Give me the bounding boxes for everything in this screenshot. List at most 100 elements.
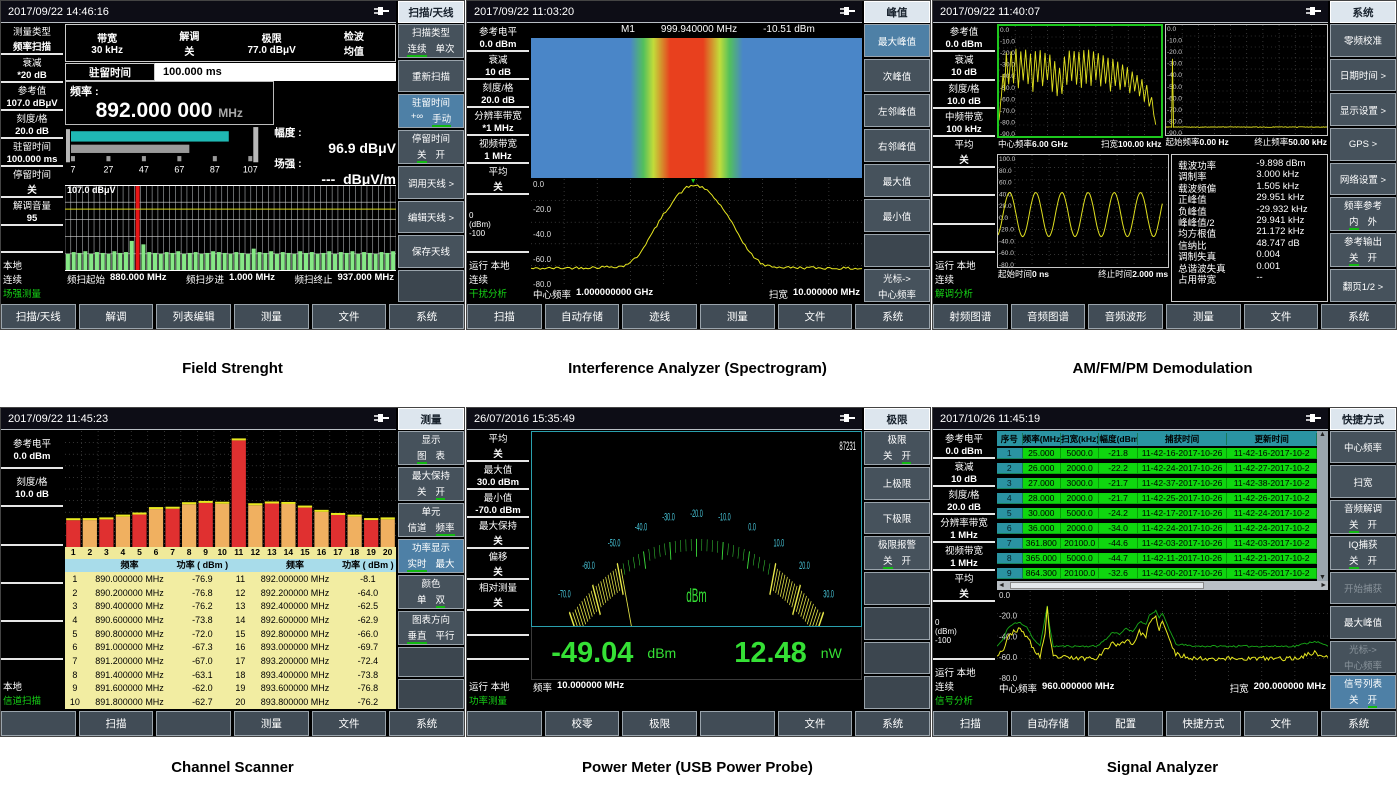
bottom-menu-button[interactable]: 文件 <box>1244 304 1319 329</box>
softkey-button[interactable]: 驻留时间+∞手动 <box>398 94 464 128</box>
table-row[interactable]: 9864.30020100.0-32.611-42-00-2017-10-261… <box>997 566 1317 581</box>
softkey-button[interactable]: 调用天线 > <box>398 166 464 198</box>
softkey-button[interactable]: 重新扫描 <box>398 60 464 92</box>
softkey-button[interactable]: 网络设置 > <box>1330 163 1396 196</box>
bottom-menu-button[interactable]: 射频图谱 <box>933 304 1008 329</box>
softkey-button[interactable]: GPS > <box>1330 128 1396 161</box>
softkey-button[interactable]: 最大值 <box>864 164 930 197</box>
bottom-menu-button[interactable]: 文件 <box>1244 711 1319 736</box>
table-row[interactable]: 125.0005000.0-21.811-42-16-2017-10-2611-… <box>997 446 1317 461</box>
bottom-menu-button[interactable]: 文件 <box>778 304 853 329</box>
table-row[interactable]: 5890.800000 MHz-72.015892.800000 MHz-66.… <box>65 627 396 641</box>
bottom-menu-button[interactable]: 扫描 <box>79 711 154 736</box>
bottom-menu-button[interactable]: 快捷方式 <box>1166 711 1241 736</box>
bottom-menu-button[interactable]: 测量 <box>1166 304 1241 329</box>
softkey-button[interactable]: 光标->中心频率 <box>1330 641 1396 673</box>
table-row[interactable]: 9891.600000 MHz-62.019893.600000 MHz-76.… <box>65 682 396 696</box>
table-row[interactable]: 1890.000000 MHz-76.911892.000000 MHz-8.1 <box>65 572 396 586</box>
table-row[interactable]: 6891.000000 MHz-67.316893.000000 MHz-69.… <box>65 641 396 655</box>
softkey-button[interactable]: 下极限 <box>864 502 930 535</box>
softkey-button[interactable]: 颜色单双 <box>398 575 464 609</box>
softkey-button[interactable]: 光标->中心频率 <box>864 269 930 302</box>
softkey-button[interactable]: 极限报警关开 <box>864 536 930 570</box>
softkey-button[interactable]: 图表方向垂直平行 <box>398 611 464 645</box>
softkey-button[interactable]: 右邻峰值 <box>864 129 930 162</box>
softkey-button[interactable]: 上极限 <box>864 467 930 500</box>
bottom-menu-button[interactable]: 系统 <box>389 304 464 329</box>
bottom-menu-button[interactable]: 列表编辑 <box>156 304 231 329</box>
table-row[interactable]: 4890.600000 MHz-73.814892.600000 MHz-62.… <box>65 613 396 627</box>
softkey-button[interactable]: 中心频率 <box>1330 431 1396 463</box>
bottom-menu-button[interactable]: 系统 <box>389 711 464 736</box>
bottom-menu-button[interactable]: 文件 <box>312 304 387 329</box>
table-row[interactable]: 8365.0005000.0-44.711-42-11-2017-10-2611… <box>997 551 1317 566</box>
bottom-menu-button[interactable]: 音频波形 <box>1088 304 1163 329</box>
bottom-menu-button[interactable]: 测量 <box>234 304 309 329</box>
bottom-menu-button[interactable]: 系统 <box>1321 711 1396 736</box>
bottom-menu-button[interactable]: 解调 <box>79 304 154 329</box>
table-row[interactable]: 428.0002000.0-21.711-42-25-2017-10-2611-… <box>997 491 1317 506</box>
svg-text:0.0: 0.0 <box>1000 27 1009 34</box>
softkey-button[interactable]: 停留时间关开 <box>398 130 464 164</box>
table-row[interactable]: 226.0002000.0-22.211-42-24-2017-10-2611-… <box>997 461 1317 476</box>
bottom-menu-button[interactable]: 测量 <box>700 304 775 329</box>
softkey-button[interactable]: 次峰值 <box>864 59 930 92</box>
softkey-button[interactable]: IQ捕获关开 <box>1330 536 1396 570</box>
table-row[interactable]: 7891.200000 MHz-67.017893.200000 MHz-72.… <box>65 654 396 668</box>
bottom-menu-button[interactable]: 极限 <box>622 711 697 736</box>
softkey-button[interactable]: 信号列表关开 <box>1330 675 1396 709</box>
vertical-scrollbar[interactable]: ▲▼ <box>1317 431 1328 581</box>
softkey-button[interactable]: 最大保持关开 <box>398 467 464 501</box>
scrollbar-thumb[interactable] <box>1010 582 1204 589</box>
table-cell: -8.1 <box>340 574 396 584</box>
horizontal-scrollbar[interactable]: ◄► <box>997 581 1328 590</box>
table-row[interactable]: 2890.200000 MHz-76.812892.200000 MHz-64.… <box>65 586 396 600</box>
softkey-button[interactable]: 日期时间 > <box>1330 59 1396 92</box>
softkey-button[interactable]: 翻页1/2 > <box>1330 269 1396 302</box>
bottom-menu-button[interactable]: 扫描 <box>933 711 1008 736</box>
softkey-button[interactable]: 显示设置 > <box>1330 93 1396 126</box>
bottom-menu-button[interactable]: 扫描 <box>467 304 542 329</box>
bottom-menu-button[interactable]: 音频图谱 <box>1011 304 1086 329</box>
table-row[interactable]: 7361.80020100.0-44.611-42-03-2017-10-261… <box>997 536 1317 551</box>
table-row[interactable]: 10891.800000 MHz-62.720893.800000 MHz-76… <box>65 695 396 709</box>
bottom-menu-button[interactable]: 文件 <box>778 711 853 736</box>
softkey-button[interactable]: 零频校准 <box>1330 24 1396 57</box>
softkey-button[interactable]: 扫宽 <box>1330 465 1396 497</box>
softkey-button[interactable]: 频率参考内外 <box>1330 197 1396 231</box>
svg-text:-10.0: -10.0 <box>1000 39 1015 46</box>
bottom-menu-button[interactable]: 系统 <box>855 711 930 736</box>
softkey-button[interactable]: 极限关开 <box>864 431 930 465</box>
bottom-menu-button[interactable]: 自动存储 <box>1011 711 1086 736</box>
table-row[interactable]: 3890.400000 MHz-76.213892.400000 MHz-62.… <box>65 599 396 613</box>
table-cell: 890.800000 MHz <box>85 629 174 639</box>
softkey-button[interactable]: 音频解调关开 <box>1330 500 1396 534</box>
softkey-button[interactable]: 最大峰值 <box>1330 606 1396 638</box>
softkey-button[interactable]: 显示图表 <box>398 431 464 465</box>
bottom-menu-button[interactable]: 系统 <box>855 304 930 329</box>
softkey-button[interactable]: 开始捕获 <box>1330 572 1396 604</box>
bottom-menu-button[interactable]: 系统 <box>1321 304 1396 329</box>
table-row[interactable]: 636.0002000.0-34.011-42-24-2017-10-2611-… <box>997 521 1317 536</box>
softkey-button[interactable]: 参考输出关开 <box>1330 233 1396 267</box>
softkey-button[interactable]: 功率显示实时最大 <box>398 539 464 573</box>
softkey-button[interactable]: 单元信道频率 <box>398 503 464 537</box>
bottom-menu-button[interactable]: 配置 <box>1088 711 1163 736</box>
table-row[interactable]: 327.0003000.0-21.711-42-37-2017-10-2611-… <box>997 476 1317 491</box>
softkey-button[interactable]: 左邻峰值 <box>864 94 930 127</box>
softkey-button[interactable]: 最小值 <box>864 199 930 232</box>
bottom-menu-button[interactable]: 校零 <box>545 711 620 736</box>
softkey-button[interactable]: 保存天线 <box>398 235 464 267</box>
bottom-menu-button[interactable]: 自动存储 <box>545 304 620 329</box>
table-row[interactable]: 530.0005000.0-24.211-42-17-2017-10-2611-… <box>997 506 1317 521</box>
bottom-menu-button[interactable]: 扫描/天线 <box>1 304 76 329</box>
bottom-menu-button[interactable]: 文件 <box>312 711 387 736</box>
softkey-button[interactable]: 扫描类型连续单次 <box>398 24 464 58</box>
softkey-button[interactable]: 编辑天线 > <box>398 201 464 233</box>
table-row[interactable]: 8891.400000 MHz-63.118893.400000 MHz-73.… <box>65 668 396 682</box>
bottom-menu-button[interactable]: 测量 <box>234 711 309 736</box>
dwell-time-input[interactable]: 100.000 ms <box>155 63 396 81</box>
bottom-menu-button[interactable]: 迹线 <box>622 304 697 329</box>
sidebar-item <box>1 622 63 660</box>
softkey-button[interactable]: 最大峰值 <box>864 24 930 57</box>
